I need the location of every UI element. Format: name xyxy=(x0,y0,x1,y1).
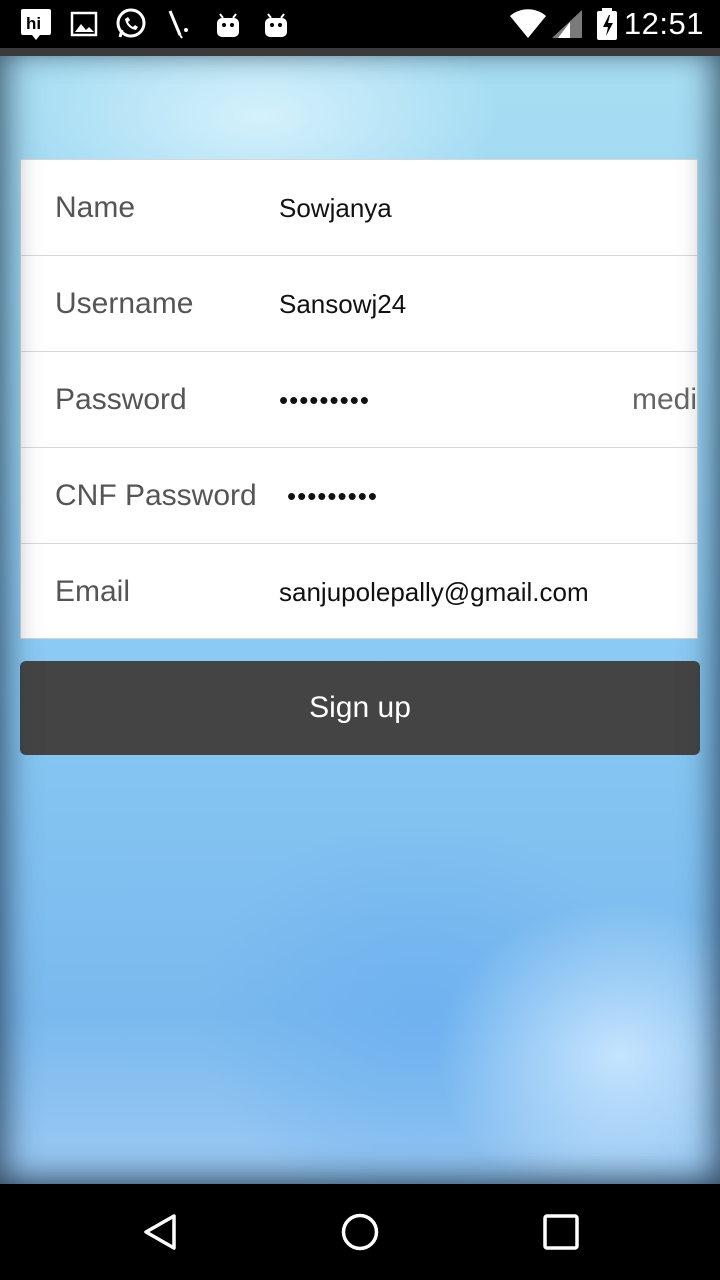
recents-icon xyxy=(543,1214,579,1250)
status-bar: hi 12:51 xyxy=(0,0,720,48)
email-row: Email xyxy=(21,544,697,640)
tool-icon xyxy=(166,8,194,40)
confirm-password-label: CNF Password xyxy=(55,479,257,512)
back-button[interactable] xyxy=(140,1212,180,1252)
name-field[interactable] xyxy=(279,160,659,255)
name-row: Name xyxy=(21,160,697,256)
app-content: Name Username Password ••••••••• medi CN… xyxy=(0,56,720,1184)
image-icon xyxy=(70,8,98,40)
signup-button[interactable]: Sign up xyxy=(20,661,700,755)
home-button[interactable] xyxy=(340,1212,380,1252)
whatsapp-icon xyxy=(114,8,148,40)
username-label: Username xyxy=(55,287,194,320)
android-icon xyxy=(262,8,290,40)
password-label: Password xyxy=(55,383,187,416)
back-icon xyxy=(144,1214,176,1250)
hi-app-icon: hi xyxy=(20,8,52,40)
recents-button[interactable] xyxy=(541,1212,581,1252)
password-strength-indicator: medi xyxy=(632,383,697,416)
home-icon xyxy=(341,1213,379,1251)
password-row: Password ••••••••• medi xyxy=(21,352,697,448)
battery-icon xyxy=(594,8,620,40)
confirm-password-row: CNF Password ••••••••• xyxy=(21,448,697,544)
username-field[interactable] xyxy=(279,256,659,351)
wifi-icon xyxy=(508,8,548,40)
password-field[interactable]: ••••••••• xyxy=(279,352,659,447)
username-row: Username xyxy=(21,256,697,352)
signal-icon xyxy=(550,8,584,40)
status-divider xyxy=(0,48,720,56)
navigation-bar xyxy=(0,1184,720,1280)
email-label: Email xyxy=(55,575,131,608)
confirm-password-field[interactable]: ••••••••• xyxy=(287,448,667,543)
android-icon xyxy=(214,8,242,40)
clock: 12:51 xyxy=(623,6,704,41)
email-field[interactable] xyxy=(279,544,659,640)
signup-form: Name Username Password ••••••••• medi CN… xyxy=(20,159,698,640)
svg-text:hi: hi xyxy=(26,14,41,33)
name-label: Name xyxy=(55,191,136,224)
